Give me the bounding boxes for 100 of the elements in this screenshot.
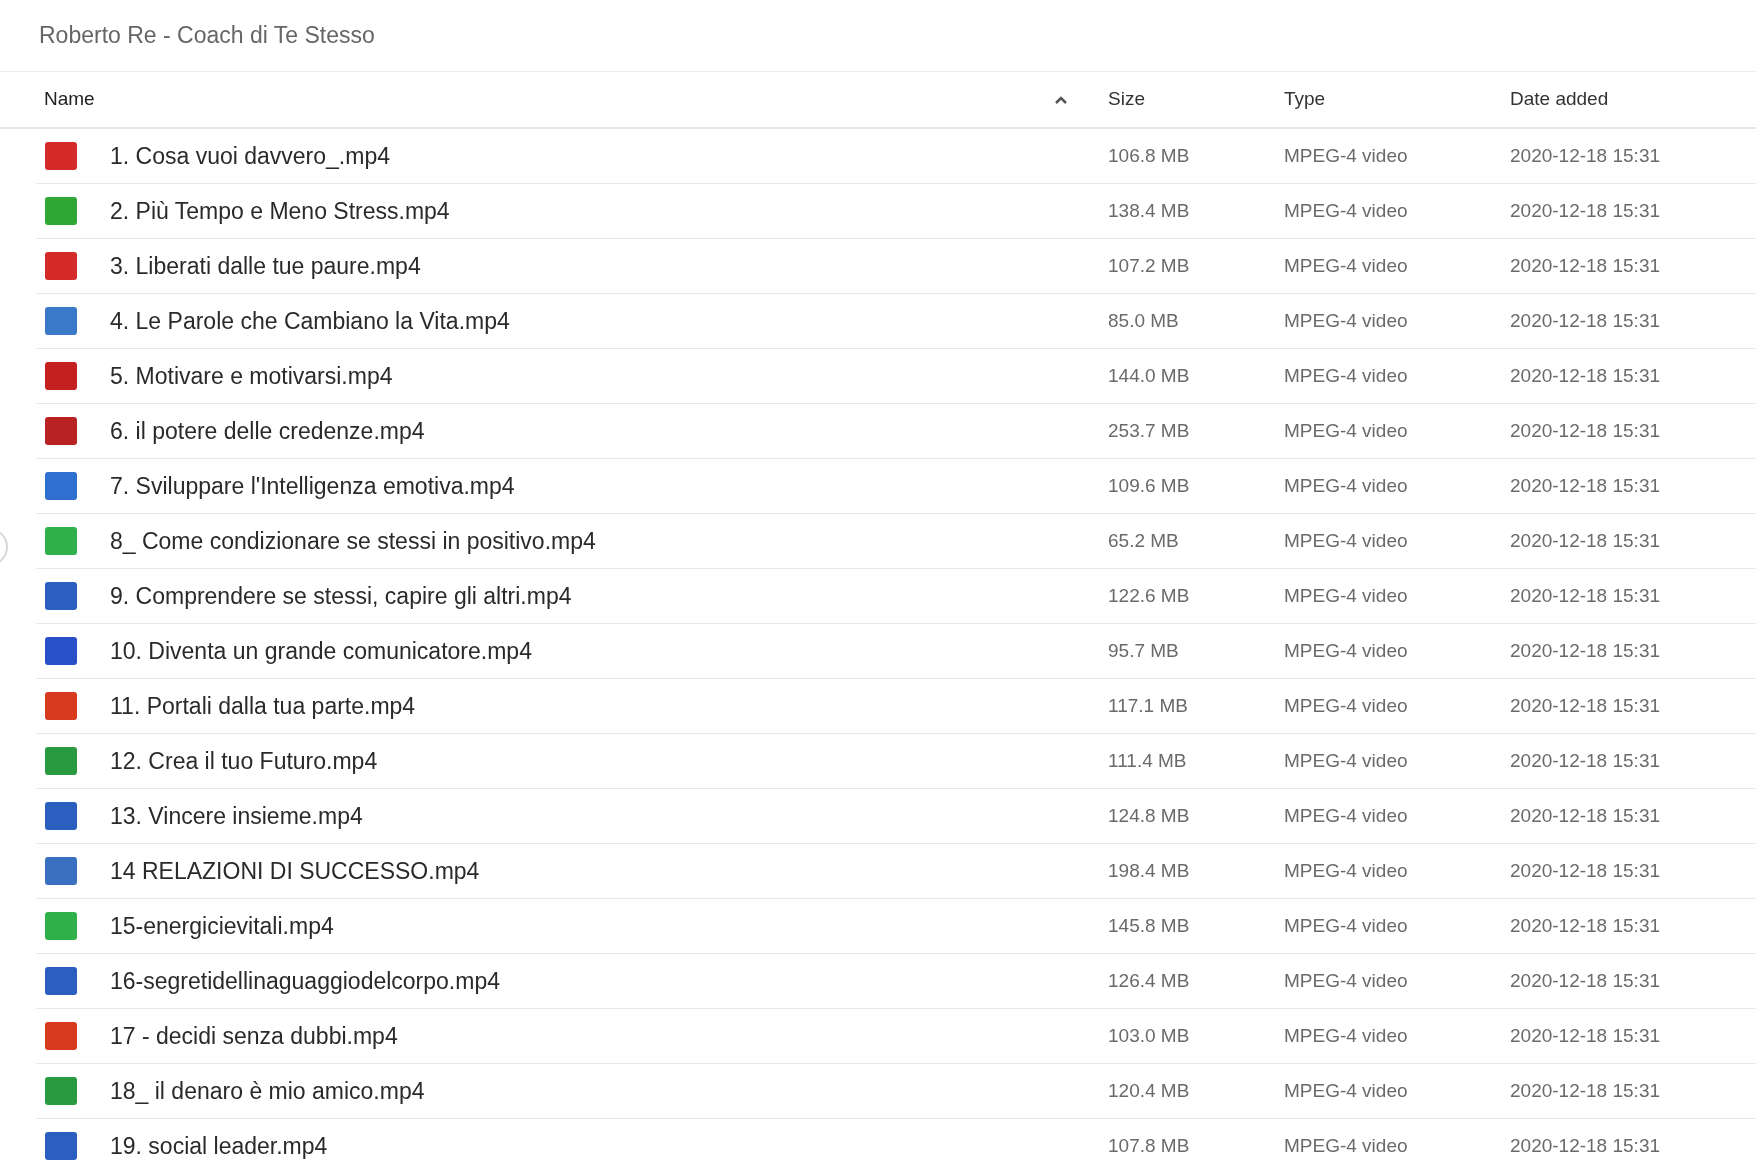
file-row[interactable]: 13. Vincere insieme.mp4 124.8 MB MPEG-4 video 2020-12-18 15:31: [36, 789, 1756, 844]
file-name: 19. social leader.mp4: [110, 1131, 328, 1161]
column-header[interactable]: Name: [44, 85, 95, 114]
file-row[interactable]: 5. Motivare e motivarsi.mp4 144.0 MB MPEG-4 video 2020-12-18 15:31: [36, 349, 1756, 404]
date-added: 2020-12-18 15:31: [1510, 968, 1661, 993]
date-added: 2020-12-18 15:31: [1510, 748, 1661, 773]
file-row[interactable]: 2. Più Tempo e Meno Stress.mp4 138.4 MB MPEG-4 video 2020-12-18 15:31: [36, 184, 1756, 239]
file-size: 122.6 MB: [1108, 583, 1191, 608]
file-type: MPEG-4 video: [1284, 693, 1409, 718]
file-name: 11. Portali dalla tua parte.mp4: [110, 691, 416, 721]
file-row[interactable]: 3. Liberati dalle tue paure.mp4 107.2 MB MPEG-4 video 2020-12-18 15:31: [36, 239, 1756, 294]
file-row[interactable]: 1. Cosa vuoi davvero_.mp4 106.8 MB MPEG-4 video 2020-12-18 15:31: [36, 129, 1756, 184]
file-size: 65.2 MB: [1108, 528, 1180, 553]
folder-title: Roberto Re - Coach di Te Stesso: [39, 21, 375, 51]
file-row[interactable]: 11. Portali dalla tua parte.mp4 117.1 MB MPEG-4 video 2020-12-18 15:31: [36, 679, 1756, 734]
date-added: 2020-12-18 15:31: [1510, 308, 1661, 333]
file-row[interactable]: 19. social leader.mp4 107.8 MB MPEG-4 video 2020-12-18 15:31: [36, 1119, 1756, 1172]
file-name: 17 - decidi senza dubbi.mp4: [110, 1021, 398, 1051]
file-name: 6. il potere delle credenze.mp4: [110, 416, 425, 446]
file-row[interactable]: 7. Sviluppare l'Intelligenza emotiva.mp4 109.6 MB MPEG-4 video 2020-12-18 15:31: [36, 459, 1756, 514]
file-type: MPEG-4 video: [1284, 858, 1409, 883]
file-size: 107.2 MB: [1108, 253, 1191, 278]
file-name: 2. Più Tempo e Meno Stress.mp4: [110, 196, 450, 226]
file-row[interactable]: 15-energicievitali.mp4 145.8 MB MPEG-4 video 2020-12-18 15:31: [36, 899, 1756, 954]
date-added: 2020-12-18 15:31: [1510, 253, 1661, 278]
date-added: 2020-12-18 15:31: [1510, 638, 1661, 663]
file-row[interactable]: 16-segretidellinaguaggiodelcorpo.mp4 126.4 MB MPEG-4 video 2020-12-18 15:31: [36, 954, 1756, 1009]
file-name: 16-segretidellinaguaggiodelcorpo.mp4: [110, 966, 500, 996]
file-type: MPEG-4 video: [1284, 528, 1409, 553]
file-row[interactable]: 12. Crea il tuo Futuro.mp4 111.4 MB MPEG-4 video 2020-12-18 15:31: [36, 734, 1756, 789]
file-type: MPEG-4 video: [1284, 1078, 1409, 1103]
file-size: 144.0 MB: [1108, 363, 1191, 388]
file-type: MPEG-4 video: [1284, 1023, 1409, 1048]
file-type: MPEG-4 video: [1284, 968, 1409, 993]
file-type: MPEG-4 video: [1284, 363, 1409, 388]
file-size: 120.4 MB: [1108, 1078, 1191, 1103]
file-type: MPEG-4 video: [1284, 253, 1409, 278]
column-header[interactable]: Size: [1108, 85, 1145, 114]
file-size: 124.8 MB: [1108, 803, 1191, 828]
file-size: 103.0 MB: [1108, 1023, 1191, 1048]
file-row[interactable]: 4. Le Parole che Cambiano la Vita.mp4 85.0 MB MPEG-4 video 2020-12-18 15:31: [36, 294, 1756, 349]
file-type: MPEG-4 video: [1284, 913, 1409, 938]
date-added: 2020-12-18 15:31: [1510, 1023, 1661, 1048]
file-name: 7. Sviluppare l'Intelligenza emotiva.mp4: [110, 471, 515, 501]
file-type: MPEG-4 video: [1284, 803, 1409, 828]
file-size: 117.1 MB: [1108, 693, 1189, 718]
date-added: 2020-12-18 15:31: [1510, 913, 1661, 938]
file-name: 18_ il denaro è mio amico.mp4: [110, 1076, 425, 1106]
file-name: 14 RELAZIONI DI SUCCESSO.mp4: [110, 856, 480, 886]
file-name: 5. Motivare e motivarsi.mp4: [110, 361, 393, 391]
file-name: 9. Comprendere se stessi, capire gli altri.mp4: [110, 581, 572, 611]
file-row[interactable]: 8_ Come condizionare se stessi in positivo.mp4 65.2 MB MPEG-4 video 2020-12-18 15:31: [36, 514, 1756, 569]
file-size: 95.7 MB: [1108, 638, 1180, 663]
file-row[interactable]: 14 RELAZIONI DI SUCCESSO.mp4 198.4 MB MPEG-4 video 2020-12-18 15:31: [36, 844, 1756, 899]
file-type: MPEG-4 video: [1284, 308, 1409, 333]
date-added: 2020-12-18 15:31: [1510, 418, 1661, 443]
file-row[interactable]: 9. Comprendere se stessi, capire gli altri.mp4 122.6 MB MPEG-4 video 2020-12-18 15:31: [36, 569, 1756, 624]
file-row[interactable]: 17 - decidi senza dubbi.mp4 103.0 MB MPEG-4 video 2020-12-18 15:31: [36, 1009, 1756, 1064]
file-size: 106.8 MB: [1108, 143, 1191, 168]
file-type: MPEG-4 video: [1284, 473, 1409, 498]
file-row[interactable]: 18_ il denaro è mio amico.mp4 120.4 MB MPEG-4 video 2020-12-18 15:31: [36, 1064, 1756, 1119]
file-size: 138.4 MB: [1108, 198, 1191, 223]
date-added: 2020-12-18 15:31: [1510, 363, 1661, 388]
column-header[interactable]: Type: [1284, 85, 1326, 114]
file-row[interactable]: 10. Diventa un grande comunicatore.mp4 95.7 MB MPEG-4 video 2020-12-18 15:31: [36, 624, 1756, 679]
date-added: 2020-12-18 15:31: [1510, 858, 1661, 883]
file-type: MPEG-4 video: [1284, 748, 1409, 773]
date-added: 2020-12-18 15:31: [1510, 528, 1661, 553]
date-added: 2020-12-18 15:31: [1510, 1078, 1661, 1103]
date-added: 2020-12-18 15:31: [1510, 143, 1661, 168]
date-added: 2020-12-18 15:31: [1510, 583, 1661, 608]
file-type: MPEG-4 video: [1284, 418, 1409, 443]
file-row[interactable]: 6. il potere delle credenze.mp4 253.7 MB MPEG-4 video 2020-12-18 15:31: [36, 404, 1756, 459]
file-name: 12. Crea il tuo Futuro.mp4: [110, 746, 378, 776]
date-added: 2020-12-18 15:31: [1510, 198, 1661, 223]
file-name: 8_ Come condizionare se stessi in positivo.mp4: [110, 526, 596, 556]
file-name: 13. Vincere insieme.mp4: [110, 801, 363, 831]
file-size: 145.8 MB: [1108, 913, 1191, 938]
date-added: 2020-12-18 15:31: [1510, 1133, 1661, 1158]
file-type: MPEG-4 video: [1284, 638, 1409, 663]
file-size: 111.4 MB: [1108, 748, 1188, 773]
date-added: 2020-12-18 15:31: [1510, 473, 1661, 498]
column-header[interactable]: Date added: [1510, 85, 1609, 114]
file-size: 126.4 MB: [1108, 968, 1191, 993]
file-size: 85.0 MB: [1108, 308, 1180, 333]
file-name: 3. Liberati dalle tue paure.mp4: [110, 251, 421, 281]
file-name: 1. Cosa vuoi davvero_.mp4: [110, 141, 390, 171]
file-type: MPEG-4 video: [1284, 583, 1409, 608]
date-added: 2020-12-18 15:31: [1510, 803, 1661, 828]
file-name: 15-energicievitali.mp4: [110, 911, 334, 941]
file-name: 10. Diventa un grande comunicatore.mp4: [110, 636, 532, 666]
file-size: 109.6 MB: [1108, 473, 1191, 498]
file-name: 4. Le Parole che Cambiano la Vita.mp4: [110, 306, 510, 336]
file-size: 107.8 MB: [1108, 1133, 1191, 1158]
date-added: 2020-12-18 15:31: [1510, 693, 1661, 718]
file-size: 198.4 MB: [1108, 858, 1191, 883]
file-size: 253.7 MB: [1108, 418, 1191, 443]
file-type: MPEG-4 video: [1284, 1133, 1409, 1158]
file-type: MPEG-4 video: [1284, 143, 1409, 168]
file-type: MPEG-4 video: [1284, 198, 1409, 223]
